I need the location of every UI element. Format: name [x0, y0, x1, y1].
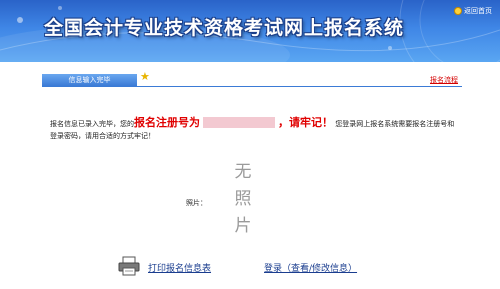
header-banner: 全国会计专业技术资格考试网上报名系统 返回首页 — [0, 0, 500, 62]
registration-number-redacted — [203, 117, 275, 128]
page-title: 全国会计专业技术资格考试网上报名系统 — [44, 17, 405, 39]
photo-placeholder: 无 照 片 — [232, 159, 254, 240]
print-registration-link[interactable]: 打印报名信息表 — [148, 261, 211, 274]
login-link[interactable]: 登录（查看/修改信息） — [264, 261, 357, 274]
photo-placeholder-char: 照 — [234, 189, 252, 209]
star-icon: ★ — [140, 70, 150, 83]
action-bar: 打印报名信息表 登录（查看/修改信息） — [118, 256, 418, 278]
message-intro: 报名信息已录入完毕，您的 — [50, 120, 134, 128]
home-link[interactable]: 返回首页 — [454, 6, 492, 16]
printer-icon[interactable] — [118, 256, 140, 276]
confirmation-message: 报名信息已录入完毕，您的报名注册号为 ，请牢记！ 您登录网上报名系统需要报名注册号… — [50, 117, 460, 142]
registration-flow-link[interactable]: 报名流程 — [430, 75, 458, 85]
registration-number-label: 报名注册号为 — [134, 116, 200, 129]
home-link-label: 返回首页 — [464, 7, 492, 15]
home-icon — [454, 7, 462, 15]
current-step-tab: 信息输入完毕 — [42, 74, 137, 86]
photo-label: 照片： — [186, 199, 207, 207]
step-bar: 信息输入完毕 ★ 报名流程 — [42, 70, 462, 87]
remember-notice: ，请牢记！ — [278, 116, 333, 129]
photo-placeholder-char: 无 — [234, 162, 252, 182]
photo-placeholder-char: 片 — [234, 216, 252, 236]
